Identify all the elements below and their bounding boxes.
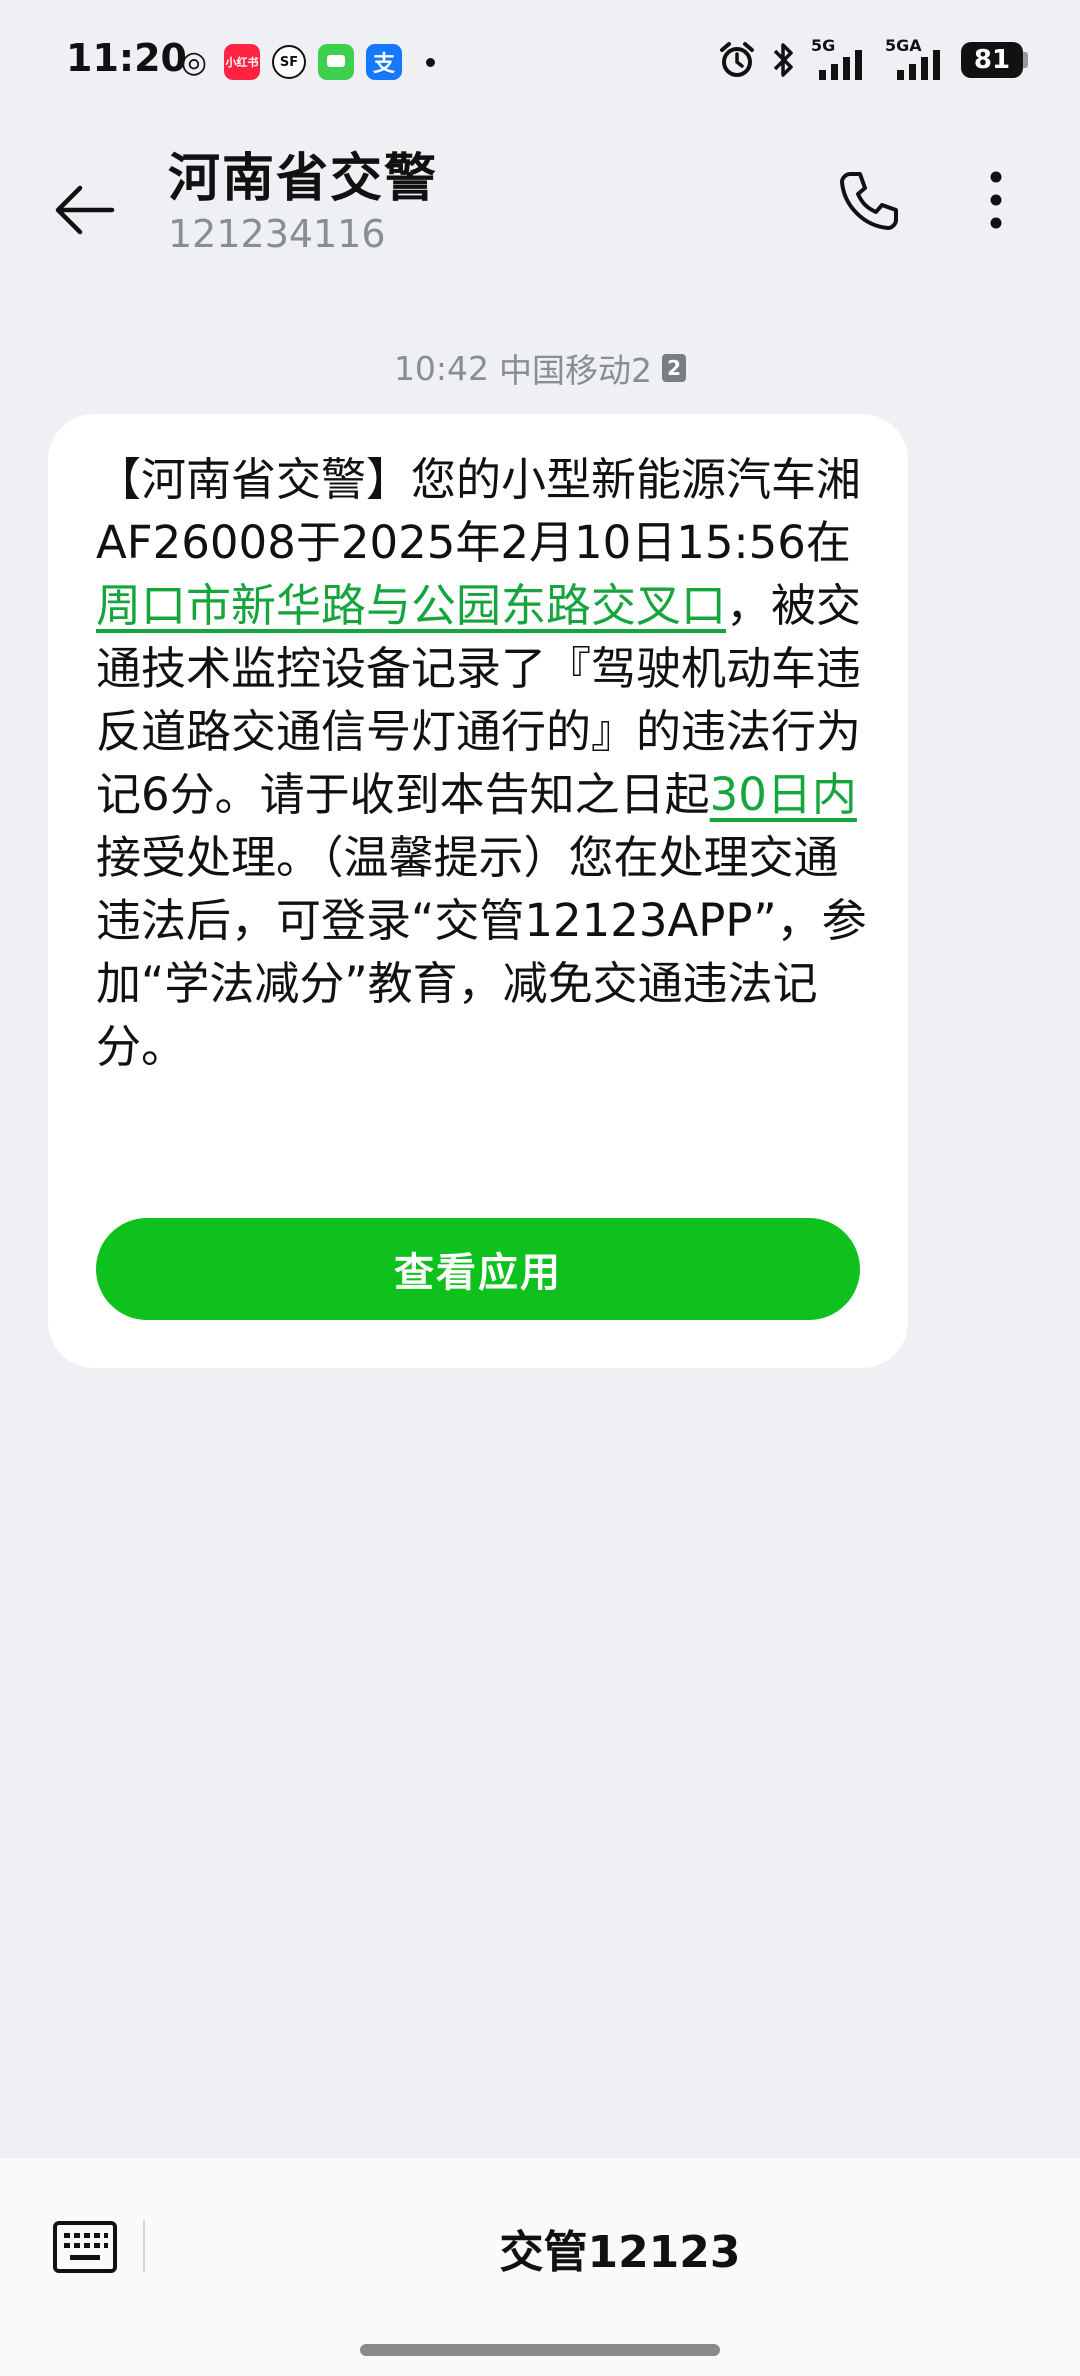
more-options-button[interactable] <box>956 160 1036 240</box>
signal-5ga-icon: 5GA <box>881 36 947 80</box>
status-indicators: 5G 5GA 81 <box>717 36 1028 80</box>
status-time: 11:20 <box>66 36 187 80</box>
alarm-icon <box>720 42 754 77</box>
bluetooth-icon <box>773 43 793 77</box>
call-button[interactable] <box>828 160 908 240</box>
wechat-icon: ◎ <box>180 44 208 80</box>
keyboard-toggle-button[interactable] <box>46 2212 124 2282</box>
back-arrow-icon <box>55 185 115 235</box>
deadline-link[interactable]: 30日内 <box>710 768 857 821</box>
contact-number: 121234116 <box>168 212 386 256</box>
bottom-bar-divider <box>143 2220 145 2272</box>
conversation-header: 河南省交警 121234116 <box>0 130 1080 280</box>
home-indicator[interactable] <box>360 2344 720 2356</box>
location-link[interactable]: 周口市新华路与公园东路交叉口 <box>96 579 726 632</box>
battery-level: 81 <box>961 42 1023 78</box>
battery-icon: 81 <box>961 42 1028 78</box>
notification-icons: ◎ 小红书 SF 支 <box>176 44 435 80</box>
more-vertical-icon <box>990 171 1002 229</box>
view-app-button[interactable]: 查看应用 <box>96 1218 860 1320</box>
xiaohongshu-icon: 小红书 <box>224 44 260 80</box>
phone-icon <box>840 172 898 230</box>
messages-icon <box>318 44 354 80</box>
back-button[interactable] <box>44 170 124 250</box>
timestamp-carrier: 中国移动2 <box>499 351 653 390</box>
signal-5g-icon: 5G <box>811 36 867 80</box>
status-bar: 11:20 ◎ 小红书 SF 支 5G 5GA 81 <box>0 0 1080 130</box>
keyboard-icon <box>53 2221 117 2273</box>
service-menu-button[interactable]: 交管12123 <box>420 2212 820 2284</box>
timestamp-time: 10:42 <box>393 348 490 388</box>
sim-card-icon: 2 <box>662 354 687 382</box>
contact-name: 河南省交警 <box>168 149 439 209</box>
message-text-part1: 【河南省交警】您的小型新能源汽车湘AF26008于2025年2月10日15:56… <box>96 453 862 569</box>
message-bubble[interactable]: 【河南省交警】您的小型新能源汽车湘AF26008于2025年2月10日15:56… <box>48 414 908 1368</box>
message-text-part3: 接受处理。（温馨提示）您在处理交通违法后，可登录“交管12123APP”，参加“… <box>96 831 867 1073</box>
message-timestamp: 10:42 中国移动2 2 <box>0 344 1080 392</box>
sf-express-icon: SF <box>272 45 306 79</box>
message-body: 【河南省交警】您的小型新能源汽车湘AF26008于2025年2月10日15:56… <box>96 448 876 1078</box>
more-notifications-dot <box>426 57 435 67</box>
bottom-menu-bar: 交管12123 <box>0 2158 1080 2376</box>
alipay-icon: 支 <box>366 44 402 80</box>
